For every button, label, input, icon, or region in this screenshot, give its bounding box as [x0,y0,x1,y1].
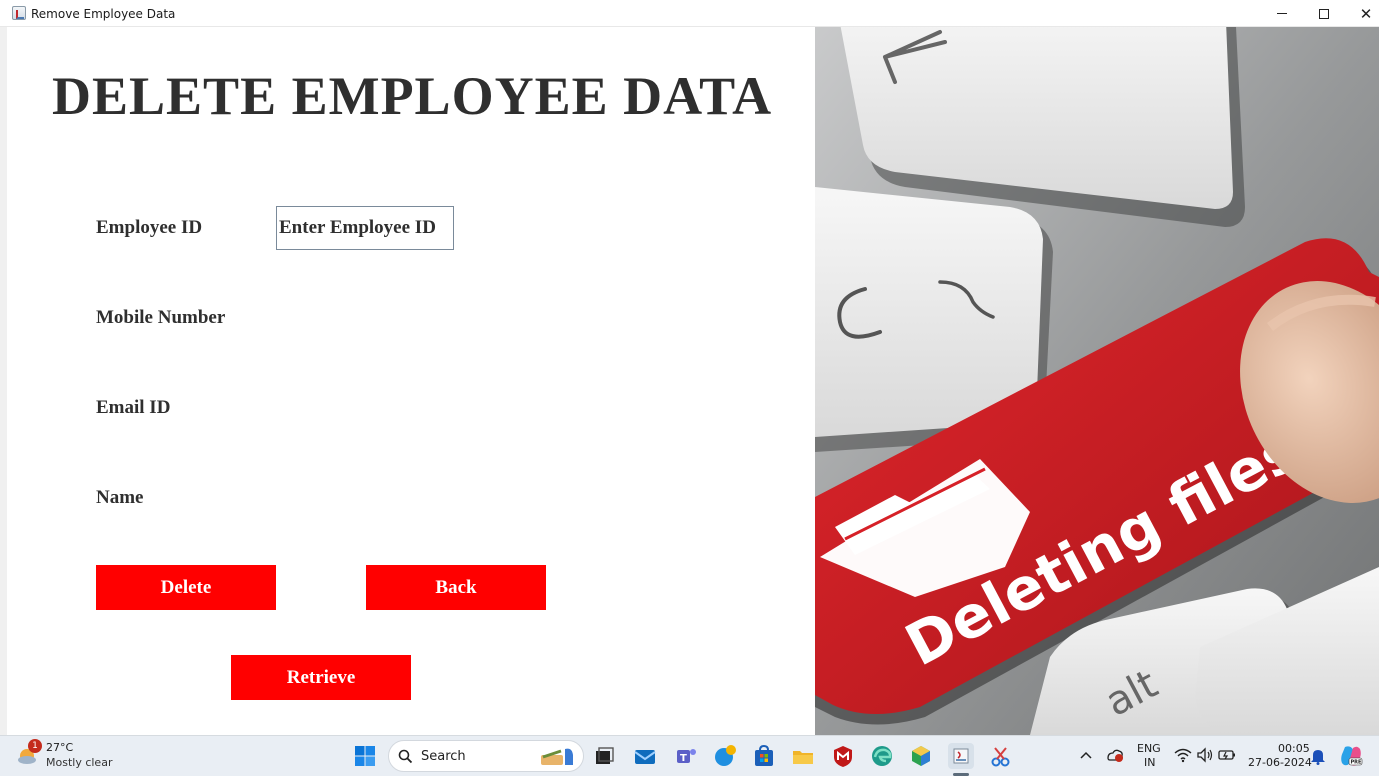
close-icon: ✕ [1359,4,1373,23]
teams-icon[interactable]: T [673,743,699,769]
email-id-label: Email ID [96,397,171,418]
minimize-icon [1277,13,1287,14]
language-indicator-bottom[interactable]: IN [1144,756,1155,769]
svg-text:T: T [680,753,687,764]
mail-icon[interactable] [632,743,658,769]
mcafee-icon[interactable] [830,743,856,769]
taskbar: 1 27°C Mostly clear Search T ENG IN 00:0… [0,735,1379,776]
search-highlight-icon [541,748,573,765]
chevron-up-icon[interactable] [1080,750,1092,760]
windows-start-icon[interactable] [352,743,378,769]
snipping-tool-icon[interactable] [988,743,1014,769]
weather-condition[interactable]: Mostly clear [46,756,112,769]
search-label: Search [421,749,466,764]
employee-id-input[interactable] [276,206,454,250]
mobile-number-label: Mobile Number [96,307,226,328]
title-bar[interactable]: Remove Employee Data ✕ [0,0,1379,27]
retrieve-button[interactable]: Retrieve [231,655,411,700]
volume-icon[interactable] [1196,747,1214,763]
onedrive-icon[interactable] [1106,747,1124,763]
copilot-icon[interactable] [908,743,934,769]
clock-date[interactable]: 27-06-2024 [1248,756,1312,769]
search-icon [398,749,413,764]
language-indicator-top[interactable]: ENG [1137,742,1161,755]
task-view-icon[interactable] [591,743,617,769]
file-explorer-icon[interactable] [790,743,816,769]
minimize-button[interactable] [1259,0,1305,27]
keyboard-illustration: Deleting files alt [815,27,1379,735]
maximize-icon [1319,8,1329,19]
employee-id-label: Employee ID [96,217,203,238]
name-label: Name [96,487,144,508]
svg-text:PRE: PRE [1351,760,1363,766]
copilot-pre-icon[interactable]: PRE [1339,744,1363,768]
edge-icon[interactable] [869,743,895,769]
weather-temperature[interactable]: 27°C [46,741,73,754]
taskbar-search[interactable]: Search [388,740,584,772]
java-app-icon[interactable] [948,743,974,769]
bell-icon[interactable] [1310,747,1326,765]
delete-button[interactable]: Delete [96,565,276,610]
edge-beta-icon[interactable] [712,743,738,769]
close-button[interactable]: ✕ [1343,0,1379,27]
form-panel: DELETE EMPLOYEE DATA Employee ID Mobile … [7,27,815,735]
weather-badge: 1 [28,739,42,753]
clock-time[interactable]: 00:05 [1278,742,1310,755]
maximize-button[interactable] [1301,0,1347,27]
window-edge [0,27,7,735]
store-icon[interactable] [751,743,777,769]
window-title: Remove Employee Data [31,7,176,21]
page-title: DELETE EMPLOYEE DATA [52,66,773,126]
battery-icon[interactable] [1218,748,1236,762]
back-button[interactable]: Back [366,565,546,610]
application-window: Remove Employee Data ✕ DELETE EMPLOYEE D… [0,0,1379,735]
java-app-icon [12,6,26,20]
wifi-icon[interactable] [1174,747,1192,763]
keyboard-deleting-files-image: Deleting files alt [815,27,1379,735]
